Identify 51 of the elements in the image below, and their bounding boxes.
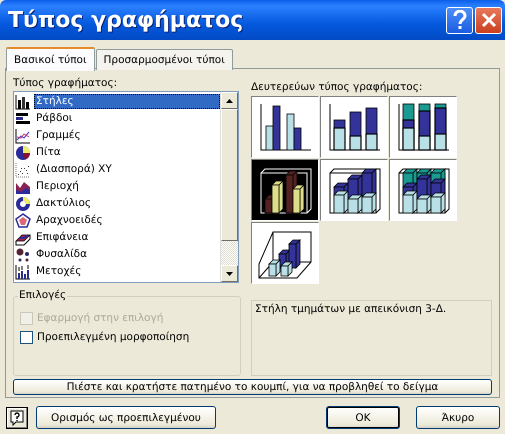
tab[interactable]: Βασικοί τύποι: [6, 47, 95, 71]
chart-subtype-option[interactable]: [251, 222, 319, 284]
subtype-label: Δευτερεύων τύπος γραφήματος:: [251, 81, 424, 93]
preview-button[interactable]: Πιέστε και κρατήστε πατημένο το κουμπί, για να προβληθεί το δείγμα: [13, 379, 492, 395]
close-icon: [480, 12, 496, 28]
help-bubble-icon: [10, 410, 24, 426]
list-item[interactable]: Επιφάνεια: [34, 230, 220, 245]
close-button[interactable]: [475, 6, 502, 34]
list-item[interactable]: Περιοχή: [34, 179, 220, 194]
list-label: Τύπος γραφήματος:: [13, 77, 118, 89]
scroll-down-button[interactable]: [221, 265, 238, 282]
checkbox[interactable]: [20, 330, 33, 344]
scrollbar[interactable]: [220, 92, 238, 282]
help-button[interactable]: [6, 406, 28, 428]
help-icon: [452, 10, 466, 30]
scroll-thumb[interactable]: [221, 109, 238, 241]
list-item[interactable]: Γραμμές: [34, 128, 220, 143]
pie-chart-icon: [15, 144, 31, 160]
chart-subtype-option[interactable]: [320, 96, 388, 158]
cancel-button[interactable]: Άκυρο: [416, 406, 500, 429]
chart-subtype-option[interactable]: [251, 159, 319, 221]
radar-chart-icon: [15, 212, 31, 228]
ring-chart-icon: [15, 196, 31, 212]
up-arrow-icon: [226, 98, 233, 102]
set-default-button[interactable]: Ορισμός ως προεπιλεγμένου: [36, 406, 216, 429]
list-item[interactable]: (Διασπορά) XY: [34, 162, 220, 177]
list-item[interactable]: Δακτύλιος: [34, 196, 220, 211]
list-item[interactable]: Μετοχές: [34, 264, 220, 279]
chart-subtype-option[interactable]: [389, 96, 457, 158]
chart-subtype-option[interactable]: [389, 159, 457, 221]
list-item[interactable]: Ράβδοι: [34, 111, 220, 126]
bar-chart-icon: [15, 110, 31, 126]
checkbox-label[interactable]: Προεπιλεγμένη μορφοποίηση: [37, 331, 190, 343]
group-title: Επιλογές: [18, 289, 68, 301]
tab[interactable]: Προσαρμοσμένοι τύποι: [96, 49, 233, 70]
line-chart-icon: [15, 128, 31, 144]
scroll-up-button[interactable]: [221, 92, 238, 109]
chart-subtype-option[interactable]: [251, 96, 319, 158]
window-title: Τύπος γραφήματος: [8, 8, 244, 32]
scatter-chart-icon: [15, 162, 31, 178]
column-chart-icon: [15, 94, 31, 110]
bubble-chart-icon: [15, 246, 31, 262]
list-item[interactable]: Πίτα: [34, 145, 220, 160]
chart-subtype-option[interactable]: [320, 159, 388, 221]
description-box: Στήλη τμημάτων με απεικόνιση 3-Δ.: [251, 300, 492, 376]
list-item[interactable]: Φυσαλίδα: [34, 247, 220, 262]
list-item[interactable]: Αραχνοειδές: [34, 213, 220, 228]
list-item[interactable]: Στήλες: [34, 94, 220, 109]
ok-button[interactable]: OK: [326, 406, 400, 429]
stock-chart-icon: [15, 264, 31, 280]
down-arrow-icon: [226, 272, 233, 276]
